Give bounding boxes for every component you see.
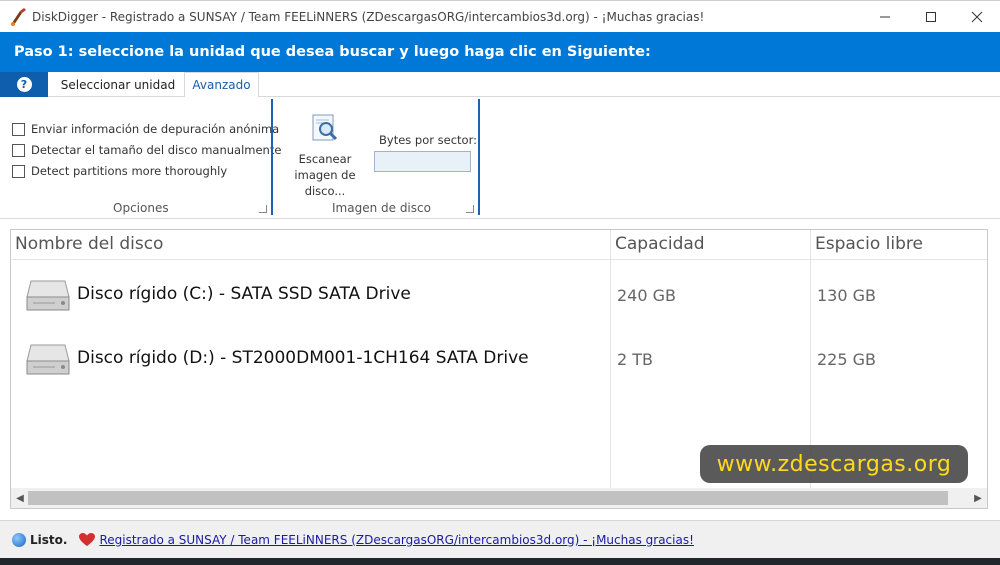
diskdigger-logo-icon	[11, 7, 26, 26]
disk-row-d[interactable]: Disco rígido (D:) - ST2000DM001-1CH164 S…	[11, 328, 987, 384]
column-header-free-space[interactable]: Espacio libre	[815, 234, 923, 254]
help-tab[interactable]: ?	[0, 72, 48, 97]
tab-select-unit[interactable]: Seleccionar unidad	[54, 72, 182, 97]
disk-image-dialog-launcher-icon[interactable]	[466, 205, 474, 213]
column-header-name[interactable]: Nombre del disco	[15, 234, 163, 254]
disk-free-space: 225 GB	[817, 350, 876, 369]
ribbon-tabs: ? Seleccionar unidad Avanzado	[0, 72, 1000, 98]
window-title: DiskDigger - Registrado a SUNSAY / Team …	[32, 9, 705, 24]
column-header-capacity[interactable]: Capacidad	[615, 234, 705, 254]
group-divider	[271, 99, 273, 215]
maximize-button[interactable]	[908, 1, 954, 33]
window-controls	[862, 1, 1000, 33]
disk-row-c[interactable]: Disco rígido (C:) - SATA SSD SATA Drive …	[11, 264, 987, 320]
scan-label-line1: Escanear	[298, 152, 352, 166]
heart-icon	[79, 532, 96, 546]
option-detect-partitions[interactable]: Detect partitions more thoroughly	[12, 162, 227, 180]
taskbar-strip	[0, 558, 1000, 565]
help-icon: ?	[16, 77, 32, 92]
disk-image-group-label: Imagen de disco	[332, 201, 431, 215]
horizontal-scrollbar[interactable]: ◀ ▶	[11, 488, 987, 508]
watermark: www.zdescargas.org	[700, 445, 968, 483]
close-button[interactable]	[954, 1, 1000, 33]
option-manual-disk-size[interactable]: Detectar el tamaño del disco manualmente	[12, 141, 281, 159]
disk-capacity: 240 GB	[617, 286, 676, 305]
scan-disk-image-button[interactable]: Escanear imagen de disco...	[294, 113, 356, 199]
disk-name: Disco rígido (C:) - SATA SSD SATA Drive	[77, 284, 411, 304]
bytes-per-sector-label: Bytes por sector:	[379, 133, 477, 147]
list-header: Nombre del disco Capacidad Espacio libre	[11, 230, 987, 260]
checkbox[interactable]	[12, 143, 25, 157]
scan-label-line2: imagen de	[294, 168, 356, 182]
maximize-icon	[926, 12, 936, 22]
disk-free-space: 130 GB	[817, 286, 876, 305]
scan-label-line3: disco...	[304, 184, 346, 198]
option-anonymous-debug[interactable]: Enviar información de depuración anónima	[12, 120, 279, 138]
registration-link[interactable]: Registrado a SUNSAY / Team FEELiNNERS (Z…	[99, 533, 693, 547]
checkbox[interactable]	[12, 164, 25, 178]
hard-drive-icon	[26, 280, 70, 311]
ribbon-panel: Enviar información de depuración anónima…	[0, 97, 1000, 219]
options-dialog-launcher-icon[interactable]	[259, 205, 267, 213]
disk-capacity: 2 TB	[617, 350, 654, 369]
close-icon	[971, 11, 983, 23]
group-divider	[478, 99, 480, 215]
checkbox[interactable]	[12, 122, 25, 136]
scroll-thumb[interactable]	[28, 491, 948, 505]
title-bar: DiskDigger - Registrado a SUNSAY / Team …	[0, 0, 1000, 32]
option-label: Detectar el tamaño del disco manualmente	[31, 143, 282, 157]
option-label: Enviar información de depuración anónima	[31, 122, 280, 136]
disk-name: Disco rígido (D:) - ST2000DM001-1CH164 S…	[77, 348, 529, 368]
bytes-per-sector-input[interactable]	[374, 151, 471, 172]
hard-drive-icon	[26, 344, 70, 375]
scroll-left-icon[interactable]: ◀	[13, 491, 27, 505]
status-text: Listo.	[30, 532, 68, 547]
status-ready-icon	[12, 532, 26, 547]
minimize-button[interactable]	[862, 1, 908, 33]
step-heading: Paso 1: seleccione la unidad que desea b…	[0, 32, 1000, 72]
scroll-right-icon[interactable]: ▶	[971, 491, 985, 505]
option-label: Detect partitions more thoroughly	[31, 164, 228, 178]
scan-image-icon	[312, 114, 338, 141]
minimize-icon	[880, 16, 890, 18]
status-bar: Listo. Registrado a SUNSAY / Team FEELiN…	[0, 520, 1000, 558]
options-group-label: Opciones	[113, 201, 169, 215]
tab-advanced[interactable]: Avanzado	[184, 72, 259, 98]
